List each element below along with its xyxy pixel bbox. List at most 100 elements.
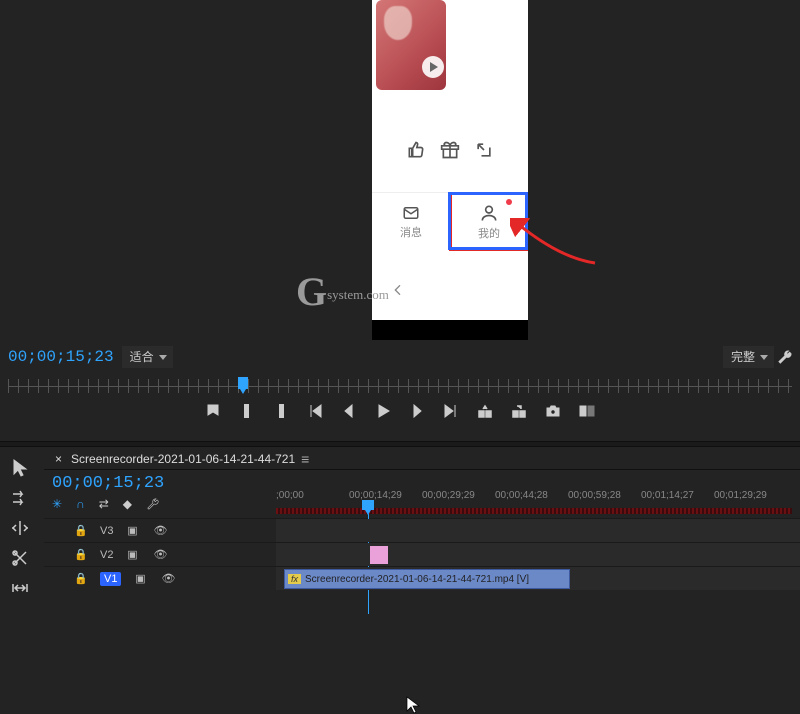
marker-icon <box>205 403 221 419</box>
program-monitor: 消息 我的 Gsystem.com <box>0 0 800 340</box>
ruler-tick: ;00;00 <box>276 490 349 501</box>
compare-icon <box>579 403 595 419</box>
eye-toggle[interactable]: 👁 <box>151 548 169 561</box>
timeline-tracks: 🔒 V3 ▣ 👁 🔒 V2 ▣ 👁 🔒 V1 ▣ 👁 <box>44 518 800 590</box>
close-tab-button[interactable]: × <box>52 452 65 466</box>
thumbs-up-icon <box>406 140 426 160</box>
program-scrubber[interactable] <box>0 376 800 396</box>
goto-in-icon <box>307 403 323 419</box>
ruler-tick: 00;00;14;29 <box>349 490 422 501</box>
work-area-bar[interactable] <box>276 508 792 514</box>
cursor-icon <box>406 696 420 714</box>
ruler-tick: 00;00;59;28 <box>568 490 641 501</box>
chevron-left-icon[interactable] <box>390 282 406 298</box>
program-timecode[interactable]: 00;00;15;23 <box>8 348 114 366</box>
step-back-button[interactable] <box>340 402 358 420</box>
ruler-tick: 00;00;29;29 <box>422 490 495 501</box>
play-button[interactable] <box>374 402 392 420</box>
track-lane-v2[interactable] <box>276 543 800 566</box>
ruler-tick: 00;01;14;27 <box>641 490 714 501</box>
scrub-playhead[interactable] <box>238 377 248 389</box>
mail-icon <box>400 204 422 222</box>
goto-out-icon <box>443 403 459 419</box>
nav-mine-label: 我的 <box>478 225 500 241</box>
sequence-tab[interactable]: × Screenrecorder-2021-01-06-14-21-44-721… <box>44 448 800 470</box>
time-ruler[interactable]: ;00;00 00;00;14;29 00;00;29;29 00;00;44;… <box>276 490 800 518</box>
play-icon <box>422 56 444 78</box>
timeline-timecode[interactable]: 00;00;15;23 <box>52 474 276 493</box>
tool-palette <box>0 448 40 600</box>
lift-icon <box>477 403 493 419</box>
ruler-labels: ;00;00 00;00;14;29 00;00;29;29 00;00;44;… <box>276 490 800 501</box>
selection-tool-icon[interactable] <box>10 458 30 478</box>
slip-tool-icon[interactable] <box>10 578 30 598</box>
settings-button[interactable] <box>776 348 794 366</box>
goto-out-button[interactable] <box>442 402 460 420</box>
eye-toggle[interactable]: 👁 <box>159 572 177 585</box>
bracket-out-icon <box>273 403 289 419</box>
settings-wrench-icon[interactable] <box>146 497 160 511</box>
extract-button[interactable] <box>510 402 528 420</box>
track-v2: 🔒 V2 ▣ 👁 <box>44 542 800 566</box>
resolution-select-value: 完整 <box>723 346 774 368</box>
sync-lock-icon[interactable]: ▣ <box>123 548 141 561</box>
snap-icon[interactable]: ✳ <box>52 497 62 511</box>
panel-divider[interactable] <box>0 441 800 447</box>
ruler-tick: 00;01;29;29 <box>714 490 787 501</box>
resolution-select[interactable]: 完整 <box>723 346 774 368</box>
lock-toggle[interactable]: 🔒 <box>72 548 90 561</box>
fit-select[interactable]: 适合 <box>122 346 173 368</box>
fit-select-value: 适合 <box>122 346 173 368</box>
track-label[interactable]: V3 <box>100 525 113 537</box>
step-fwd-button[interactable] <box>408 402 426 420</box>
mark-in-button[interactable] <box>238 402 256 420</box>
bottom-nav: 消息 我的 <box>372 192 528 250</box>
nav-messages[interactable]: 消息 <box>372 193 450 250</box>
sync-lock-icon[interactable]: ▣ <box>123 524 141 537</box>
track-v3: 🔒 V3 ▣ 👁 <box>44 518 800 542</box>
fx-badge: fx <box>288 574 301 584</box>
track-select-tool-icon[interactable] <box>10 488 30 508</box>
panel-menu-icon[interactable]: ≡ <box>301 451 311 467</box>
transport-bar <box>0 402 800 420</box>
goto-in-button[interactable] <box>306 402 324 420</box>
lift-button[interactable] <box>476 402 494 420</box>
linked-selection-icon[interactable]: ⇄ <box>99 497 109 511</box>
track-lane-v1[interactable]: fx Screenrecorder-2021-01-06-14-21-44-72… <box>276 567 800 590</box>
nav-mine[interactable]: 我的 <box>450 193 528 250</box>
ripple-tool-icon[interactable] <box>10 518 30 538</box>
monitor-frame: 消息 我的 <box>372 0 528 340</box>
track-v1: 🔒 V1 ▣ 👁 fx Screenrecorder-2021-01-06-14… <box>44 566 800 590</box>
clip-v1[interactable]: fx Screenrecorder-2021-01-06-14-21-44-72… <box>284 569 570 589</box>
magnet-icon[interactable]: ∩ <box>76 497 85 511</box>
razor-tool-icon[interactable] <box>10 548 30 568</box>
notification-dot-icon <box>506 199 512 205</box>
add-marker-button[interactable] <box>204 402 222 420</box>
marker-menu-icon[interactable]: ◆ <box>123 497 132 511</box>
watermark-main: G <box>296 269 327 314</box>
export-frame-button[interactable] <box>544 402 562 420</box>
timeline-panel: × Screenrecorder-2021-01-06-14-21-44-721… <box>44 448 800 600</box>
nav-messages-label: 消息 <box>400 224 422 240</box>
person-icon <box>478 203 500 223</box>
clip-label: Screenrecorder-2021-01-06-14-21-44-721.m… <box>305 574 529 585</box>
time-ruler-area: ;00;00 00;00;14;29 00;00;29;29 00;00;44;… <box>276 470 800 518</box>
gift-icon <box>440 140 460 160</box>
extract-icon <box>511 403 527 419</box>
comparison-button[interactable] <box>578 402 596 420</box>
track-label[interactable]: V1 <box>100 572 121 586</box>
eye-toggle[interactable]: 👁 <box>151 524 169 537</box>
timeline-playhead[interactable] <box>362 500 374 510</box>
sync-lock-icon[interactable]: ▣ <box>131 572 149 585</box>
track-lane-v3[interactable] <box>276 519 800 542</box>
track-label[interactable]: V2 <box>100 549 113 561</box>
lock-toggle[interactable]: 🔒 <box>72 524 90 537</box>
scrub-line <box>8 386 792 387</box>
step-back-icon <box>341 403 357 419</box>
camera-icon <box>545 403 561 419</box>
lock-toggle[interactable]: 🔒 <box>72 572 90 585</box>
program-controls: 00;00;15;23 适合 完整 <box>0 344 800 410</box>
back-row <box>372 268 528 312</box>
clip-v2[interactable] <box>370 546 388 564</box>
mark-out-button[interactable] <box>272 402 290 420</box>
